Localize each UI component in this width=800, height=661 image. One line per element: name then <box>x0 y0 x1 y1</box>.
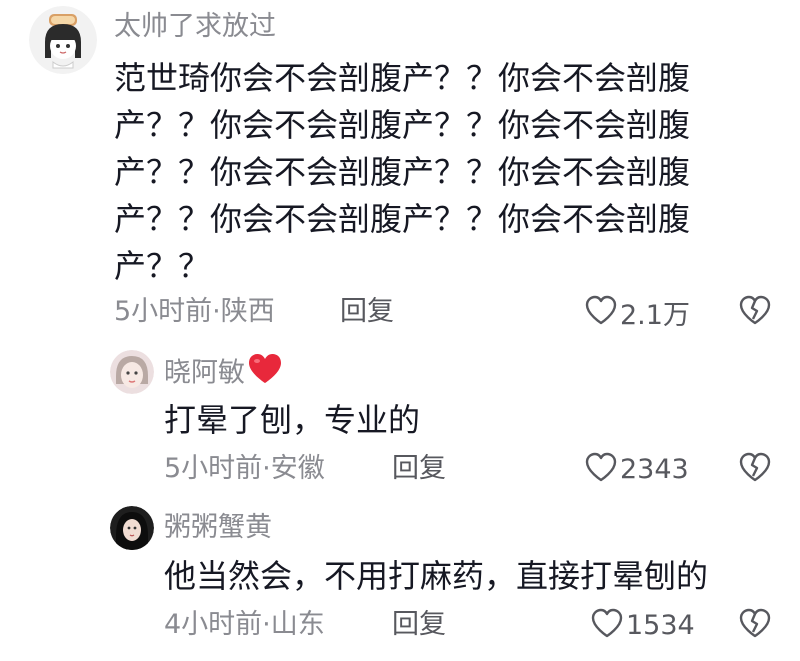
username[interactable]: 晓阿敏 <box>164 352 283 396</box>
comment-item: 太帅了求放过 范世琦你会不会剖腹产？？你会不会剖腹产？？你会不会剖腹产？？你会不… <box>0 0 800 340</box>
reply-button[interactable]: 回复 <box>392 452 446 486</box>
comment-text: 打晕了刨，专业的 <box>164 401 421 439</box>
time-location: 5小时前·安徽 <box>164 453 325 484</box>
dislike-button[interactable] <box>738 607 772 643</box>
comment-text: 他当然会，不用打麻药，直接打晕刨的 <box>164 557 709 595</box>
broken-heart-icon <box>738 295 772 330</box>
broken-heart-icon <box>738 452 772 487</box>
broken-heart-icon <box>738 608 772 643</box>
dislike-button[interactable] <box>738 451 772 487</box>
avatar[interactable] <box>29 6 97 74</box>
username[interactable]: 粥粥蟹黄 <box>164 510 272 546</box>
avatar[interactable] <box>110 350 154 394</box>
reply-button[interactable]: 回复 <box>392 608 446 642</box>
like-count: 2343 <box>620 453 689 485</box>
like-button[interactable]: 2.1万 <box>584 294 690 331</box>
heart-outline-icon <box>584 294 618 330</box>
comment-text: 范世琦你会不会剖腹产？？你会不会剖腹产？？你会不会剖腹产？？你会不会剖腹产？？你… <box>114 59 691 285</box>
username-text: 晓阿敏 <box>164 357 245 389</box>
like-count: 2.1万 <box>620 299 690 331</box>
reply-item: 晓阿敏 打晕了刨，专业的 5小时前·安徽 回复 2343 <box>0 340 800 500</box>
red-heart-icon <box>247 352 283 396</box>
username[interactable]: 太帅了求放过 <box>114 10 276 44</box>
like-count: 1534 <box>626 609 695 641</box>
time-location: 4小时前·山东 <box>164 609 325 640</box>
heart-outline-icon <box>584 451 618 487</box>
dislike-button[interactable] <box>738 294 772 330</box>
like-button[interactable]: 1534 <box>590 607 695 643</box>
reply-item: 粥粥蟹黄 他当然会，不用打麻药，直接打晕刨的 4小时前·山东 回复 1534 <box>0 500 800 661</box>
heart-outline-icon <box>590 607 624 643</box>
avatar[interactable] <box>110 506 154 550</box>
time-location: 5小时前·陕西 <box>114 296 275 327</box>
reply-button[interactable]: 回复 <box>340 295 394 329</box>
like-button[interactable]: 2343 <box>584 451 689 487</box>
